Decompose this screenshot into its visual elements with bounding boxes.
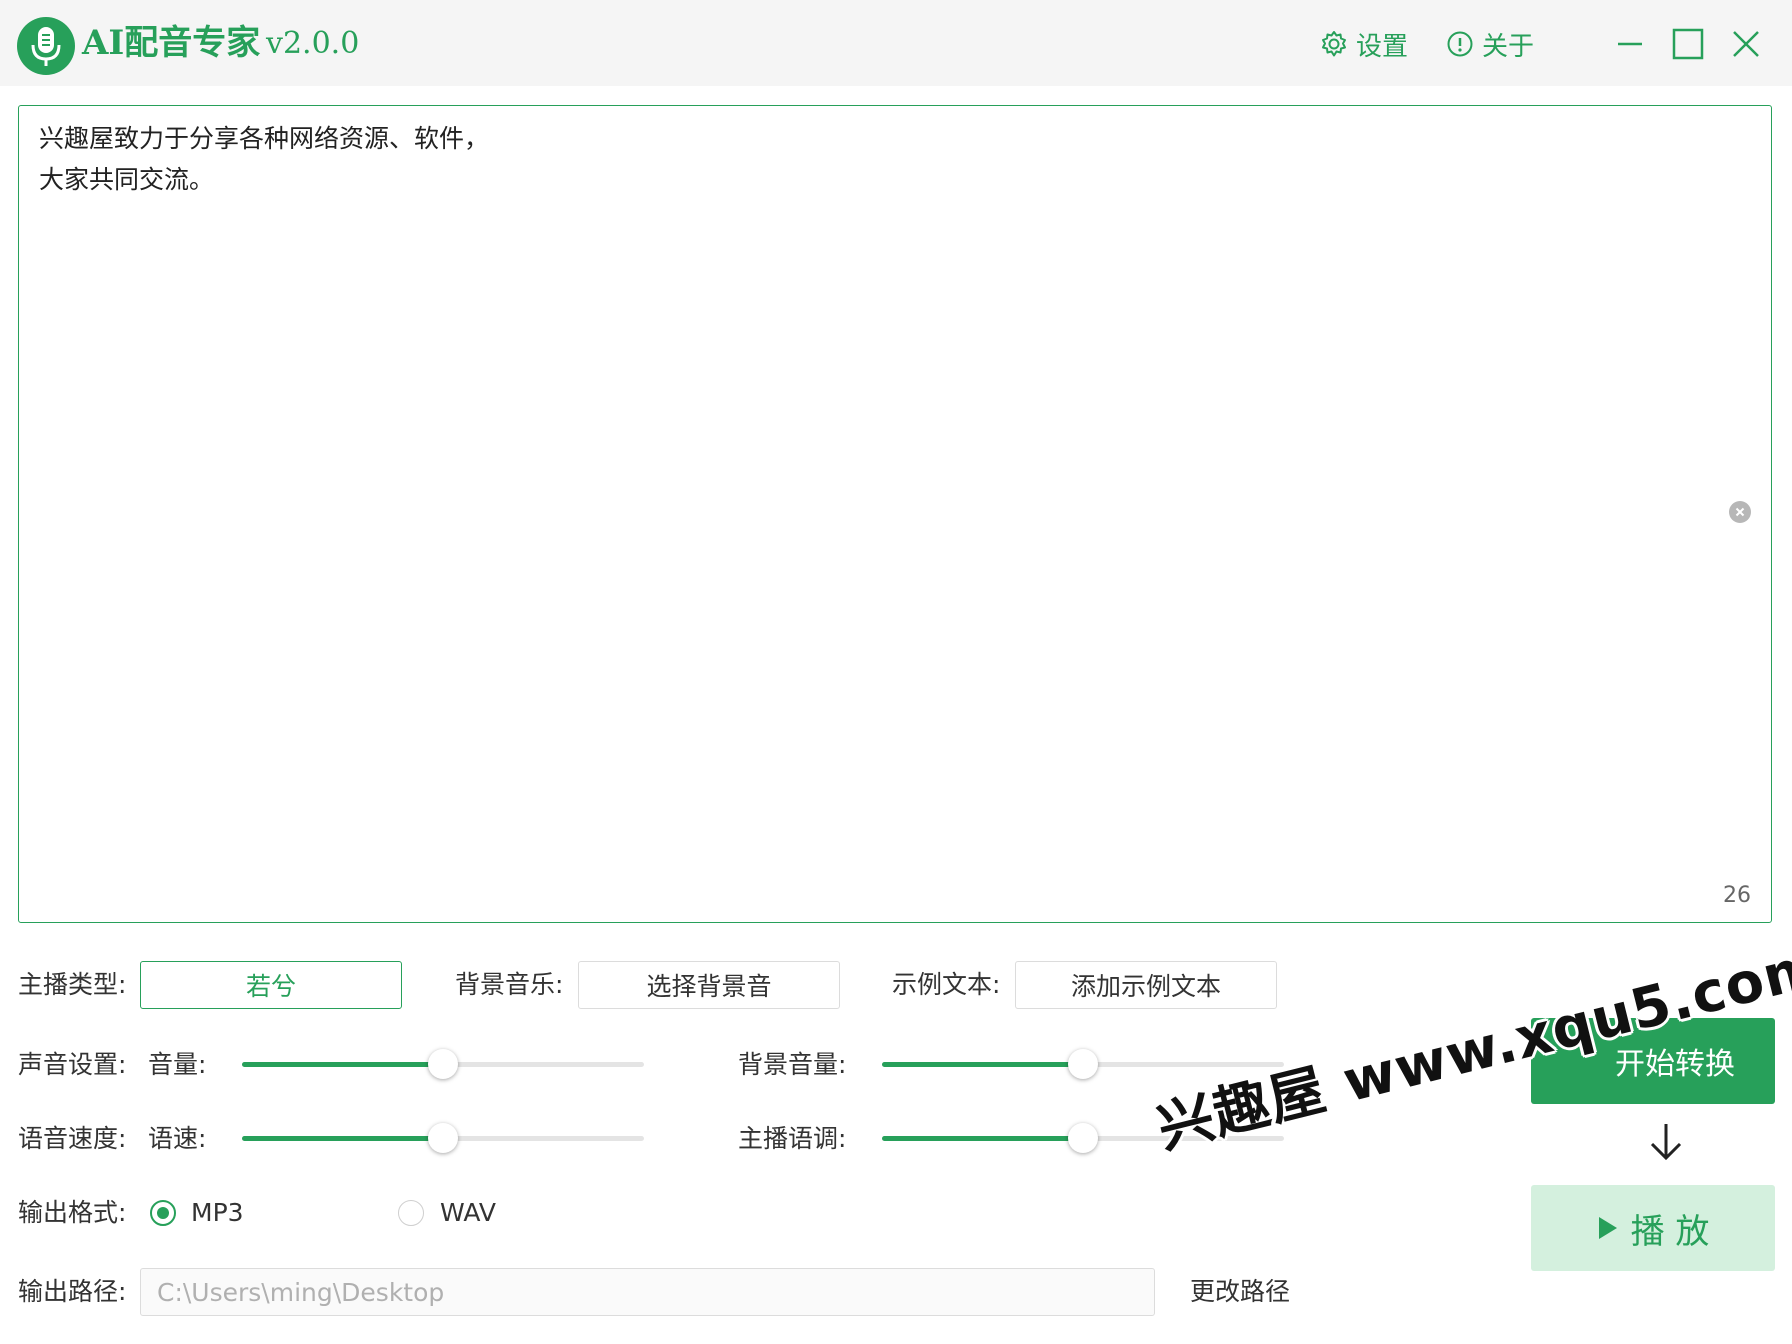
close-button[interactable] bbox=[1724, 22, 1768, 66]
slider-fill bbox=[882, 1136, 1083, 1141]
settings-button[interactable]: 设置 bbox=[1320, 22, 1408, 66]
about-label: 关于 bbox=[1482, 31, 1535, 62]
text-editor-content[interactable]: 兴趣屋致力于分享各种网络资源、软件， 大家共同交流。 bbox=[39, 118, 1699, 200]
output-path-label: 输出路径: bbox=[18, 1277, 127, 1306]
output-format-label: 输出格式: bbox=[18, 1198, 127, 1227]
speed-slider[interactable] bbox=[242, 1123, 644, 1153]
char-count: 26 bbox=[1723, 883, 1751, 908]
speed-label: 语速: bbox=[148, 1124, 207, 1153]
slider-fill bbox=[242, 1136, 443, 1141]
app-version: v2.0.0 bbox=[266, 26, 360, 61]
minimize-icon bbox=[1618, 42, 1642, 46]
sample-text-label: 示例文本: bbox=[892, 970, 1001, 999]
add-sample-text-button[interactable]: 添加示例文本 bbox=[1015, 961, 1277, 1009]
bg-volume-label: 背景音量: bbox=[738, 1050, 847, 1079]
mp3-label[interactable]: MP3 bbox=[191, 1189, 244, 1237]
sound-settings-label: 声音设置: bbox=[18, 1050, 127, 1079]
clear-text-button[interactable] bbox=[1729, 501, 1751, 523]
play-icon bbox=[1598, 1217, 1617, 1239]
title-bar: AI配音专家 v2.0.0 设置 关于 bbox=[0, 0, 1792, 86]
volume-slider[interactable] bbox=[242, 1049, 644, 1079]
anchor-select-button[interactable]: 若兮 bbox=[140, 961, 402, 1009]
clear-icon bbox=[1735, 507, 1745, 517]
slider-knob[interactable] bbox=[428, 1123, 458, 1153]
play-label: 播 放 bbox=[1630, 1211, 1710, 1252]
about-button[interactable]: 关于 bbox=[1446, 22, 1534, 66]
slider-fill bbox=[882, 1062, 1083, 1067]
close-icon bbox=[1733, 31, 1759, 57]
gear-icon bbox=[1322, 31, 1346, 57]
select-bgm-button[interactable]: 选择背景音 bbox=[578, 961, 840, 1009]
arrow-down-icon bbox=[1646, 1120, 1686, 1164]
app-title: AI配音专家 bbox=[82, 23, 261, 63]
play-button[interactable]: 播 放 bbox=[1531, 1185, 1775, 1271]
wav-radio[interactable] bbox=[398, 1200, 424, 1226]
mp3-radio[interactable] bbox=[150, 1200, 176, 1226]
maximize-button[interactable] bbox=[1666, 22, 1710, 66]
slider-knob[interactable] bbox=[428, 1049, 458, 1079]
settings-label: 设置 bbox=[1356, 31, 1409, 62]
slider-fill bbox=[242, 1062, 443, 1067]
minimize-button[interactable] bbox=[1608, 22, 1652, 66]
microphone-logo-icon bbox=[17, 17, 75, 75]
slider-knob[interactable] bbox=[1068, 1049, 1098, 1079]
bgm-label: 背景音乐: bbox=[455, 970, 564, 999]
volume-label: 音量: bbox=[148, 1050, 207, 1079]
info-circle-icon bbox=[1447, 31, 1473, 57]
output-path-field[interactable]: C:\Users\ming\Desktop bbox=[140, 1268, 1155, 1316]
anchor-type-label: 主播类型: bbox=[18, 970, 127, 999]
maximize-icon bbox=[1672, 28, 1704, 60]
speech-speed-label: 语音速度: bbox=[18, 1124, 127, 1153]
text-editor[interactable]: 兴趣屋致力于分享各种网络资源、软件， 大家共同交流。 26 bbox=[18, 105, 1772, 923]
wav-label[interactable]: WAV bbox=[440, 1189, 496, 1237]
pitch-label: 主播语调: bbox=[738, 1124, 847, 1153]
change-path-button[interactable]: 更改路径 bbox=[1190, 1268, 1290, 1316]
slider-knob[interactable] bbox=[1068, 1123, 1098, 1153]
